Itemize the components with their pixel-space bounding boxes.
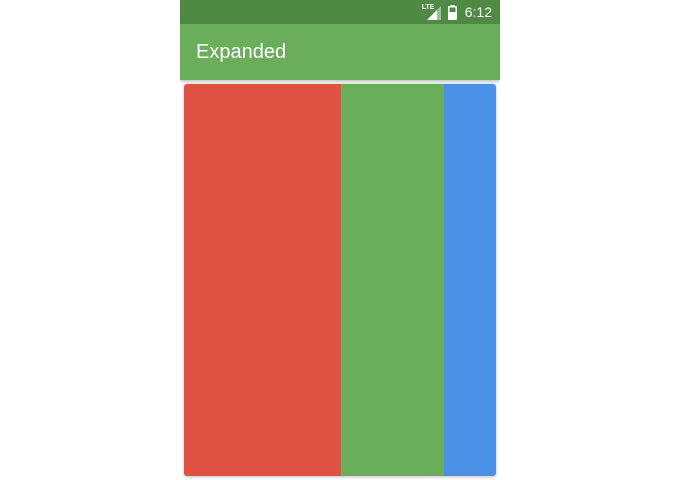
app-bar: Expanded	[180, 24, 500, 80]
expanded-row	[184, 84, 496, 476]
blue-expanded-panel	[444, 84, 496, 476]
cell-signal-icon: LTE	[422, 4, 442, 20]
status-clock: 6:12	[464, 4, 492, 20]
battery-icon	[447, 4, 457, 20]
status-bar: LTE 6:12	[180, 0, 500, 24]
status-icons: LTE 6:12	[422, 0, 492, 24]
phone-screen: LTE 6:12 Expanded	[180, 0, 500, 480]
red-expanded-panel	[184, 84, 341, 476]
green-expanded-panel	[341, 84, 444, 476]
app-title: Expanded	[196, 41, 287, 63]
